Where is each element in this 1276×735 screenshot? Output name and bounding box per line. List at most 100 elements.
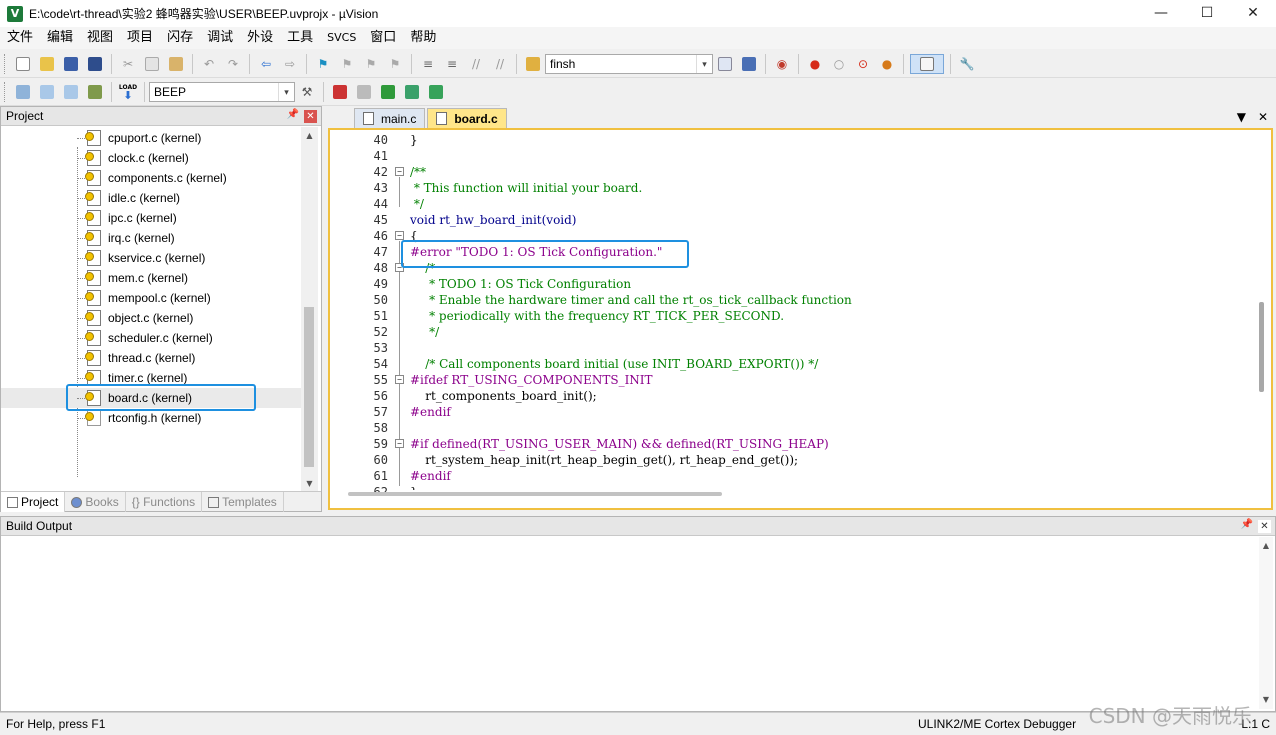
menu-edit[interactable]: 编辑 bbox=[40, 27, 80, 49]
tree-file-item[interactable]: cpuport.c (kernel) bbox=[1, 128, 301, 148]
cut-icon[interactable]: ✂ bbox=[118, 54, 138, 74]
scroll-up-icon[interactable]: ▲ bbox=[1259, 539, 1273, 553]
tree-file-item[interactable]: scheduler.c (kernel) bbox=[1, 328, 301, 348]
tab-main-c[interactable]: main.c bbox=[354, 108, 426, 128]
rebuild-icon[interactable] bbox=[61, 82, 81, 102]
manage-project-items-icon[interactable] bbox=[330, 82, 350, 102]
copy-icon[interactable] bbox=[142, 54, 162, 74]
chevron-down-icon[interactable]: ▾ bbox=[696, 54, 712, 73]
tree-file-item[interactable]: rtconfig.h (kernel) bbox=[1, 408, 301, 428]
tree-file-item[interactable]: kservice.c (kernel) bbox=[1, 248, 301, 268]
pack-installer-icon[interactable] bbox=[378, 82, 398, 102]
undo-icon[interactable]: ↶ bbox=[199, 54, 219, 74]
scroll-up-icon[interactable]: ▲ bbox=[301, 129, 318, 143]
chevron-down-icon[interactable]: ▾ bbox=[278, 82, 294, 101]
unindent-icon[interactable]: ≡ bbox=[442, 54, 462, 74]
load-download-icon[interactable]: LOAD ⬇ bbox=[118, 82, 138, 102]
save-all-icon[interactable] bbox=[85, 54, 105, 74]
maximize-button[interactable]: ☐ bbox=[1184, 0, 1230, 27]
window-layout-icon[interactable] bbox=[910, 53, 944, 74]
select-packs-icon[interactable] bbox=[354, 82, 374, 102]
fold-toggle-icon[interactable]: − bbox=[395, 439, 404, 448]
scrollbar-thumb[interactable] bbox=[1259, 302, 1264, 392]
find-in-files-icon[interactable] bbox=[523, 54, 543, 74]
editor-vertical-scrollbar[interactable] bbox=[1255, 132, 1269, 488]
kill-breakpoints-icon[interactable]: ● bbox=[877, 54, 897, 74]
close-icon[interactable]: ✕ bbox=[304, 110, 317, 123]
configure-icon[interactable]: 🔧 bbox=[957, 54, 977, 74]
find-combo[interactable]: finsh ▾ bbox=[545, 53, 713, 74]
tree-file-item[interactable]: mem.c (kernel) bbox=[1, 268, 301, 288]
menu-help[interactable]: 帮助 bbox=[403, 27, 443, 49]
clear-bookmarks-icon[interactable]: ⚑ bbox=[385, 54, 405, 74]
horizontal-scrollbar-thumb[interactable] bbox=[348, 492, 722, 496]
fold-toggle-icon[interactable]: − bbox=[395, 375, 404, 384]
software-packs-icon[interactable] bbox=[426, 82, 446, 102]
pin-icon[interactable]: 📌 bbox=[287, 109, 299, 120]
next-bookmark-icon[interactable]: ⚑ bbox=[361, 54, 381, 74]
save-icon[interactable] bbox=[61, 54, 81, 74]
toolbar-grip[interactable] bbox=[4, 53, 8, 74]
navigate-back-icon[interactable]: ⇦ bbox=[256, 54, 276, 74]
menu-flash[interactable]: 闪存 bbox=[160, 27, 200, 49]
run-time-environment-icon[interactable] bbox=[402, 82, 422, 102]
tab-project[interactable]: Project bbox=[1, 492, 66, 512]
menu-view[interactable]: 视图 bbox=[80, 27, 120, 49]
scroll-down-icon[interactable]: ▼ bbox=[1259, 693, 1273, 707]
menu-peripherals[interactable]: 外设 bbox=[240, 27, 280, 49]
translate-icon[interactable] bbox=[13, 82, 33, 102]
code-editor[interactable]: 40 41 42 43 44 45 46 47 48 49 50 51 52 53 54 55 56 57 58 59… bbox=[328, 128, 1273, 510]
pin-icon[interactable]: 📌 bbox=[1241, 519, 1253, 530]
batch-build-icon[interactable] bbox=[85, 82, 105, 102]
tree-file-item[interactable]: idle.c (kernel) bbox=[1, 188, 301, 208]
debug-session-icon[interactable]: ◉ bbox=[772, 54, 792, 74]
navigate-forward-icon[interactable]: ⇨ bbox=[280, 54, 300, 74]
project-tree-scrollbar[interactable]: ▲ ▼ bbox=[301, 127, 318, 493]
close-tab-icon[interactable]: ✕ bbox=[1258, 110, 1268, 124]
tree-file-item[interactable]: clock.c (kernel) bbox=[1, 148, 301, 168]
uncomment-icon[interactable]: // bbox=[490, 54, 510, 74]
prev-bookmark-icon[interactable]: ⚑ bbox=[337, 54, 357, 74]
disable-all-breakpoints-icon[interactable]: ⊙ bbox=[853, 54, 873, 74]
tab-templates[interactable]: Templates bbox=[202, 492, 284, 512]
fold-toggle-icon[interactable]: − bbox=[395, 231, 404, 240]
tree-file-item[interactable]: ipc.c (kernel) bbox=[1, 208, 301, 228]
tree-file-item[interactable]: components.c (kernel) bbox=[1, 168, 301, 188]
build-icon[interactable] bbox=[37, 82, 57, 102]
code-text[interactable]: } /** * This function will initial your b… bbox=[406, 130, 1246, 490]
tab-books[interactable]: Books bbox=[65, 492, 126, 512]
close-icon[interactable]: ✕ bbox=[1258, 520, 1271, 533]
scrollbar-thumb[interactable] bbox=[304, 307, 314, 467]
menu-debug[interactable]: 调试 bbox=[200, 27, 240, 49]
target-options-icon[interactable]: ⚒ bbox=[297, 82, 317, 102]
fold-toggle-icon[interactable]: − bbox=[395, 167, 404, 176]
tab-functions[interactable]: {} Functions bbox=[126, 492, 203, 512]
toolbar-grip[interactable] bbox=[4, 81, 8, 102]
tab-list-chevron-icon[interactable]: ▼ bbox=[1237, 110, 1246, 124]
tab-board-c[interactable]: board.c bbox=[427, 108, 507, 128]
tree-file-item[interactable]: object.c (kernel) bbox=[1, 308, 301, 328]
paste-icon[interactable] bbox=[166, 54, 186, 74]
menu-window[interactable]: 窗口 bbox=[363, 27, 403, 49]
tree-file-item[interactable]: thread.c (kernel) bbox=[1, 348, 301, 368]
tree-file-item[interactable]: mempool.c (kernel) bbox=[1, 288, 301, 308]
menu-svcs[interactable]: SVCS bbox=[320, 27, 363, 49]
indent-icon[interactable]: ≡ bbox=[418, 54, 438, 74]
find-icon[interactable] bbox=[715, 54, 735, 74]
minimize-button[interactable]: — bbox=[1138, 0, 1184, 27]
menu-project[interactable]: 项目 bbox=[120, 27, 160, 49]
build-output-scrollbar[interactable]: ▲ ▼ bbox=[1259, 537, 1273, 709]
menu-tools[interactable]: 工具 bbox=[280, 27, 320, 49]
new-file-icon[interactable] bbox=[13, 54, 33, 74]
disable-breakpoint-icon[interactable]: ○ bbox=[829, 54, 849, 74]
redo-icon[interactable]: ↷ bbox=[223, 54, 243, 74]
comment-icon[interactable]: // bbox=[466, 54, 486, 74]
scroll-down-icon[interactable]: ▼ bbox=[301, 477, 318, 491]
open-folder-icon[interactable] bbox=[37, 54, 57, 74]
tree-file-item[interactable]: irq.c (kernel) bbox=[1, 228, 301, 248]
incremental-find-icon[interactable] bbox=[739, 54, 759, 74]
target-select[interactable]: BEEP ▾ bbox=[149, 81, 295, 102]
close-button[interactable]: ✕ bbox=[1230, 0, 1276, 27]
bookmark-icon[interactable]: ⚑ bbox=[313, 54, 333, 74]
breakpoint-icon[interactable]: ● bbox=[805, 54, 825, 74]
